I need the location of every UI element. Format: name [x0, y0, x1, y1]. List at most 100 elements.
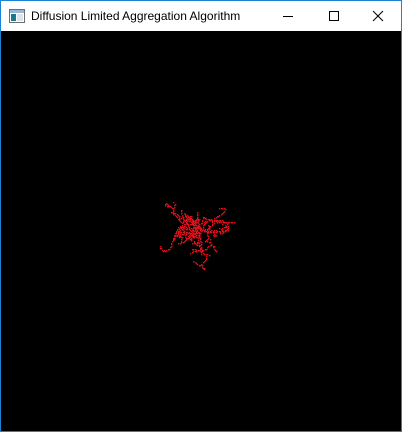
minimize-button[interactable]	[265, 1, 311, 31]
particle	[180, 243, 182, 245]
particle	[214, 218, 216, 220]
particle	[178, 243, 180, 245]
particle	[208, 246, 210, 248]
particle	[182, 227, 184, 229]
particle	[160, 246, 162, 248]
particle	[192, 235, 194, 237]
particle	[180, 227, 182, 229]
particle	[203, 227, 205, 229]
particle	[191, 239, 193, 241]
particle	[198, 250, 200, 252]
particle	[202, 220, 204, 222]
particle	[224, 208, 226, 210]
particle	[198, 238, 200, 240]
particle	[176, 231, 178, 233]
particle	[194, 241, 196, 243]
particle	[214, 246, 216, 248]
particle	[187, 215, 189, 217]
particle	[181, 232, 183, 234]
particle	[190, 253, 192, 255]
particle	[234, 222, 236, 224]
particle	[175, 204, 177, 206]
particle	[181, 237, 183, 239]
particle	[185, 235, 187, 237]
particle	[181, 239, 183, 241]
particle	[216, 235, 218, 237]
particle	[188, 225, 190, 227]
particle	[197, 212, 199, 214]
particle	[222, 228, 224, 230]
particle	[181, 218, 183, 220]
particle	[173, 202, 175, 204]
particle	[199, 246, 201, 248]
particle	[198, 228, 200, 230]
particle	[181, 213, 183, 215]
particle	[192, 224, 194, 226]
particle	[207, 221, 209, 223]
particle	[199, 265, 201, 267]
maximize-button[interactable]	[311, 1, 357, 31]
particle	[197, 214, 199, 216]
particle	[182, 225, 184, 227]
particle	[191, 218, 193, 220]
particle	[196, 219, 198, 221]
particle	[211, 230, 213, 232]
window-title: Diffusion Limited Aggregation Algorithm	[31, 9, 241, 23]
particle	[183, 219, 185, 221]
close-button[interactable]	[355, 1, 401, 31]
particle	[223, 222, 225, 224]
particle	[165, 205, 167, 207]
app-window: Diffusion Limited Aggregation Algorithm	[0, 0, 402, 432]
particle	[177, 214, 179, 216]
particle	[220, 231, 222, 233]
particle	[208, 231, 210, 233]
particle	[204, 269, 206, 271]
particle	[170, 206, 172, 208]
particle	[197, 230, 199, 232]
particle	[199, 226, 201, 228]
particle	[201, 254, 203, 256]
particle	[214, 221, 216, 223]
particle	[204, 254, 206, 256]
title-bar[interactable]: Diffusion Limited Aggregation Algorithm	[1, 1, 401, 31]
particle	[208, 236, 210, 238]
particle	[204, 217, 206, 219]
particle	[171, 244, 173, 246]
particle	[224, 211, 226, 213]
particle	[178, 231, 180, 233]
particle	[208, 219, 210, 221]
particle	[181, 210, 183, 212]
particle	[176, 233, 178, 235]
particle	[214, 230, 216, 232]
particle	[183, 242, 185, 244]
particle	[194, 227, 196, 229]
particle	[219, 208, 221, 210]
minimize-icon	[283, 16, 293, 17]
window-app-icon[interactable]	[9, 9, 25, 23]
particle	[182, 215, 184, 217]
particle	[200, 249, 202, 251]
simulation-canvas	[1, 31, 401, 431]
particle	[192, 221, 194, 223]
particle	[178, 227, 180, 229]
particle	[216, 251, 218, 253]
particle	[192, 243, 194, 245]
particle	[210, 239, 212, 241]
particle	[221, 222, 223, 224]
particle	[198, 235, 200, 237]
particle	[172, 241, 174, 243]
particle	[205, 221, 207, 223]
particle	[225, 227, 227, 229]
particle	[193, 261, 195, 263]
particle	[225, 225, 227, 227]
particle	[160, 248, 162, 250]
particle	[167, 206, 169, 208]
particle	[222, 230, 224, 232]
close-icon	[372, 10, 384, 22]
particle	[196, 233, 198, 235]
particle	[178, 234, 180, 236]
particle	[189, 233, 191, 235]
particle	[175, 215, 177, 217]
particle	[209, 228, 211, 230]
particle	[209, 242, 211, 244]
